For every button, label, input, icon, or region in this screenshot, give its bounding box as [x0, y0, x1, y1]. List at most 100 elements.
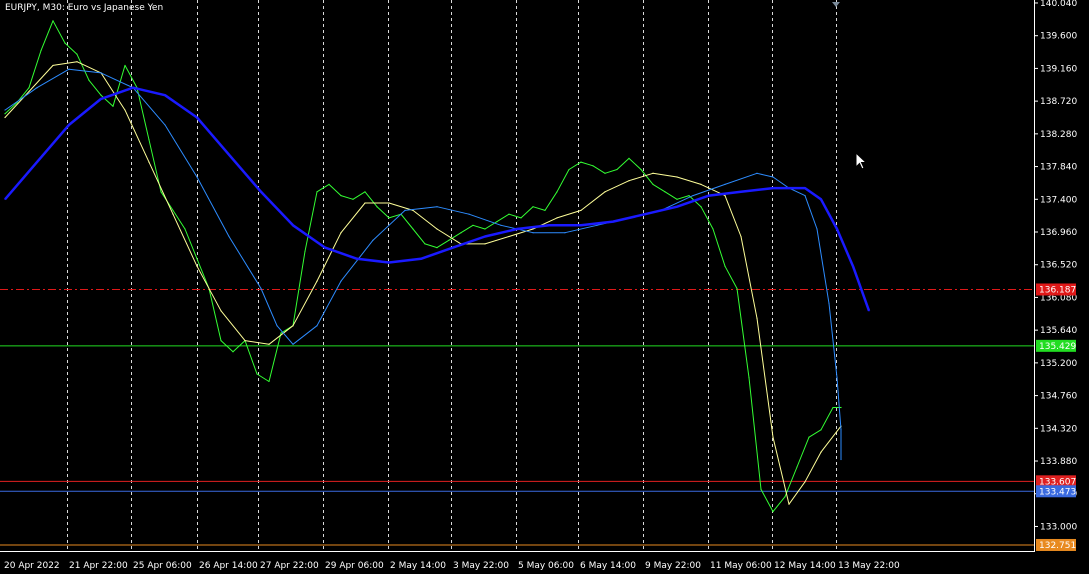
series-point — [820, 198, 822, 200]
series-line-price — [4, 20, 841, 513]
series-point — [460, 232, 462, 234]
series-point — [596, 224, 598, 226]
series-point — [644, 213, 646, 215]
series-point — [280, 332, 282, 334]
x-tick-label: 13 May 22:00 — [838, 561, 900, 571]
series-point — [468, 213, 470, 215]
series-point — [196, 116, 198, 119]
y-tick-label: 140.040 — [1040, 0, 1077, 9]
series-point — [760, 488, 762, 490]
y-tick-label: 138.280 — [1040, 130, 1077, 140]
series-point — [472, 224, 474, 226]
y-tick-label: 139.600 — [1040, 32, 1077, 42]
series-point — [612, 220, 614, 223]
series-point — [640, 168, 642, 171]
x-tick-label: 6 May 14:00 — [580, 561, 636, 571]
series-point — [784, 496, 786, 498]
series-point — [496, 220, 498, 223]
series-point — [692, 194, 694, 197]
series-point — [708, 194, 710, 197]
series-point — [172, 213, 174, 215]
series-point — [316, 280, 318, 282]
series-point — [580, 224, 582, 226]
series-point — [100, 72, 102, 74]
x-tick-label: 12 May 14:00 — [774, 561, 836, 571]
y-tick-label: 136.960 — [1040, 228, 1077, 238]
series-point — [268, 380, 270, 383]
series-point — [436, 228, 438, 230]
series-point — [404, 209, 406, 212]
series-point — [772, 187, 774, 189]
y-tick-label: 135.200 — [1040, 359, 1077, 369]
series-point — [740, 235, 742, 238]
series-point — [256, 373, 258, 375]
y-tick-label: 138.720 — [1040, 97, 1077, 107]
series-point — [164, 124, 166, 126]
series-line-mid-moving-average — [4, 68, 842, 460]
series-point — [68, 124, 70, 126]
chart-canvas[interactable]: 20 Apr 2022 21 Apr 22:00 25 Apr 06:00 26 Ap… — [0, 0, 1089, 574]
series-point — [76, 53, 78, 55]
series-point — [68, 68, 70, 70]
y-tick-label: 134.760 — [1040, 392, 1077, 402]
series-point — [36, 161, 38, 163]
series-point — [388, 217, 390, 219]
series-point — [828, 302, 830, 304]
series-point — [28, 90, 30, 93]
series-point — [88, 79, 90, 81]
series-point — [36, 87, 38, 89]
chart-title: EURJPY, M30: Euro vs Japanese Yen — [5, 3, 164, 13]
series-point — [840, 406, 842, 409]
series-point — [516, 228, 518, 230]
chart-window[interactable]: 20 Apr 2022 21 Apr 22:00 25 Apr 06:00 26 Ap… — [0, 0, 1089, 574]
series-point — [276, 325, 278, 327]
x-tick-label: 20 Apr 2022 — [4, 561, 60, 571]
series-point — [580, 161, 582, 163]
series-point — [740, 191, 742, 193]
series-point — [484, 243, 486, 245]
series-point — [820, 429, 822, 431]
series-point — [4, 109, 6, 111]
series-line-slow-moving-average — [4, 86, 871, 312]
series-point — [772, 176, 774, 178]
series-point — [568, 168, 570, 171]
y-tick-label: 133.880 — [1040, 457, 1077, 467]
series-point — [532, 232, 534, 234]
series-point — [604, 191, 606, 193]
series-point — [436, 247, 438, 249]
series-point — [76, 61, 78, 63]
series-point — [628, 157, 630, 159]
series-point — [564, 232, 566, 234]
series-point — [4, 198, 6, 200]
series-point — [52, 20, 54, 22]
series-point — [100, 94, 102, 96]
y-tick-label: 137.840 — [1040, 163, 1077, 173]
series-point — [616, 168, 618, 171]
series-point — [100, 98, 102, 100]
series-point — [160, 191, 162, 193]
series-point — [388, 202, 390, 204]
series-point — [304, 250, 306, 252]
series-point — [556, 191, 558, 193]
series-point — [292, 224, 294, 226]
series-point — [316, 191, 318, 193]
series-point — [712, 228, 714, 230]
series-point — [292, 343, 294, 345]
series-point — [604, 172, 606, 174]
series-point — [184, 228, 186, 230]
series-point — [532, 206, 534, 208]
series-line-fast-moving-average — [4, 61, 842, 505]
series-point — [132, 87, 134, 89]
series-point — [756, 317, 758, 319]
series-point — [356, 258, 358, 260]
series-point — [124, 64, 126, 67]
series-point — [196, 258, 198, 260]
series-point — [324, 247, 326, 249]
price-level-label: 132.751 — [1039, 541, 1076, 551]
series-point — [352, 198, 354, 200]
series-point — [196, 265, 198, 267]
series-point — [500, 224, 502, 226]
series-point — [436, 206, 438, 208]
series-point — [788, 503, 790, 505]
series-point — [268, 343, 270, 345]
